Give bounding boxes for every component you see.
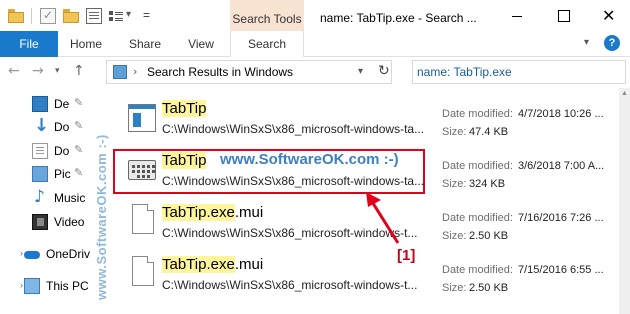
scroll-up-icon[interactable]: ▲ [621,90,628,97]
date-label: Date modified: [442,108,513,120]
nav-item-label: Do [54,144,70,158]
customize-quick-access-icon[interactable]: = [143,8,150,22]
properties-icon[interactable] [86,8,102,24]
size-value: 2.50 KB [469,230,509,242]
name-highlight: TabTip [162,152,207,169]
size-value: 47.4 KB [469,126,509,138]
views-icon[interactable] [108,8,124,24]
check-icon[interactable] [40,8,56,24]
pictures-icon [32,166,48,182]
file-path: C:\Windows\WinSxS\x86_microsoft-windows-… [162,278,418,292]
videos-icon [32,214,48,230]
file-path: C:\Windows\WinSxS\x86_microsoft-windows-… [162,122,425,136]
name-highlight: TabTip.exe [162,256,235,273]
search-tools-label: Search Tools [232,12,302,26]
size-label: Size: [442,126,467,138]
file-name: TabTip [162,100,207,117]
up-button[interactable]: ↑ [73,63,85,79]
date-label: Date modified: [442,264,513,276]
folder-icon [8,8,24,24]
onedrive-icon [24,246,40,262]
side-watermark: www.SoftwareOK.com :-) [82,100,109,314]
music-icon [32,187,48,207]
close-button[interactable]: ✕ [586,0,630,31]
side-watermark-text: www.SoftwareOK.com :-) [94,134,109,300]
file-icon [132,204,154,234]
chevron-down-icon[interactable]: ▾ [126,9,131,20]
desktop-icon [32,96,48,112]
size-label: Size: [442,230,467,242]
search-results-list: TabTip C:\Windows\WinSxS\x86_microsoft-w… [112,94,630,314]
size-label: Size: [442,178,467,190]
nav-item-label: Video [54,215,85,229]
documents-icon [32,143,48,159]
recent-locations-button[interactable]: ▾ [55,66,60,76]
tab-share[interactable]: Share [116,31,174,57]
nav-item-label: Do [54,120,70,134]
annotation-marker: [1] [397,247,416,264]
list-item[interactable]: TabTip.exe.mui C:\Windows\WinSxS\x86_mic… [112,198,630,248]
date-label: Date modified: [442,212,513,224]
help-icon[interactable]: ? [604,35,620,51]
refresh-button[interactable]: ↻ [378,63,390,79]
back-button[interactable]: ← [8,63,20,79]
expand-ribbon-icon[interactable]: ▾ [584,37,589,48]
tab-search[interactable]: Search [230,31,304,57]
new-folder-icon[interactable] [63,8,79,24]
file-icon [132,256,154,286]
tab-view[interactable]: View [176,31,226,57]
date-value: 4/7/2018 10:26 ... [518,108,604,120]
file-path: C:\Windows\WinSxS\x86_microsoft-windows-… [162,174,425,188]
list-item[interactable]: TabTip C:\Windows\WinSxS\x86_microsoft-w… [112,94,630,144]
date-label: Date modified: [442,160,513,172]
chevron-right-icon[interactable]: › [20,248,23,258]
maximize-button[interactable] [540,0,586,31]
name-rest: .mui [234,256,264,273]
address-dropdown-icon[interactable]: ▾ [358,66,363,77]
search-results-icon [113,65,127,79]
search-input[interactable]: name: TabTip.exe [412,60,626,84]
window-title: name: TabTip.exe - Search ... [320,11,477,25]
name-rest: .mui [234,204,264,221]
name-highlight: TabTip.exe [162,204,235,221]
file-name: TabTip [162,152,207,169]
minimize-button[interactable] [494,0,540,31]
address-bar[interactable]: › Search Results in Windows [106,60,392,84]
application-icon [128,104,156,132]
tab-file[interactable]: File [0,31,58,57]
date-value: 7/15/2016 6:55 ... [518,264,604,276]
keyboard-icon [128,160,156,180]
size-value: 2.50 KB [469,282,509,294]
date-value: 7/16/2016 7:26 ... [518,212,604,224]
scrollbar[interactable]: ▲ [619,88,630,314]
chevron-right-icon[interactable]: › [133,65,137,78]
file-name: TabTip.exe.mui [162,256,263,273]
list-item[interactable]: TabTip.exe.mui C:\Windows\WinSxS\x86_mic… [112,250,630,300]
chevron-right-icon[interactable]: › [20,280,23,290]
file-path: C:\Windows\WinSxS\x86_microsoft-windows-… [162,226,418,240]
address-location[interactable]: Search Results in Windows [147,65,293,79]
search-query[interactable]: name: TabTip.exe [417,65,512,79]
close-icon: ✕ [602,6,616,25]
size-label: Size: [442,282,467,294]
center-watermark: www.SoftwareOK.com :-) [220,151,399,168]
quick-access-divider [31,8,32,24]
date-value: 3/6/2018 7:00 A... [518,160,605,172]
nav-item-label: Pic [54,167,71,181]
nav-item-label: Music [54,191,86,205]
this-pc-icon [24,278,40,294]
tab-home[interactable]: Home [58,31,114,57]
size-value: 324 KB [469,178,506,190]
name-highlight: TabTip [162,100,207,117]
forward-button[interactable]: → [32,63,44,79]
nav-item-label: De [54,97,70,111]
file-name: TabTip.exe.mui [162,204,263,221]
downloads-icon [32,115,49,136]
